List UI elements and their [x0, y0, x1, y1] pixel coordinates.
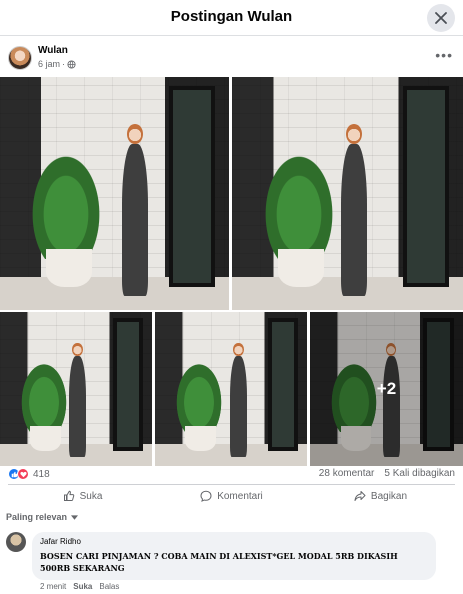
- post-time[interactable]: 6 jam: [38, 59, 60, 69]
- like-button[interactable]: Suka: [8, 485, 157, 504]
- more-photos-count[interactable]: +2: [310, 312, 463, 466]
- close-icon: [435, 12, 447, 24]
- comment-text: BOSEN CARI PINJAMAN ? COBA MAIN DI ALEXI…: [40, 551, 398, 573]
- comment-count[interactable]: 28 komentar: [319, 468, 375, 479]
- photo-2[interactable]: [232, 77, 463, 310]
- comment-bubble: Jafar Ridho BOSEN CARI PINJAMAN ? COBA M…: [32, 532, 436, 580]
- dialog-title: Postingan Wulan: [170, 8, 293, 25]
- dialog-header: Postingan Wulan: [0, 0, 463, 36]
- comment-like-button[interactable]: Suka: [73, 582, 92, 591]
- like-label: Suka: [79, 490, 103, 502]
- author-name[interactable]: Wulan: [38, 45, 68, 56]
- comment-reply-button[interactable]: Balas: [99, 582, 119, 591]
- comment-icon: [200, 490, 212, 502]
- photo-4[interactable]: [155, 312, 307, 466]
- photo-3[interactable]: [0, 312, 152, 466]
- share-count[interactable]: 5 Kali dibagikan: [384, 468, 455, 479]
- caret-down-icon: [71, 514, 79, 520]
- author-avatar[interactable]: [8, 46, 32, 70]
- close-button[interactable]: [427, 4, 455, 32]
- globe-icon: [67, 59, 76, 69]
- reaction-count: 418: [33, 468, 50, 480]
- comment-meta: 2 menit Suka Balas: [40, 582, 119, 591]
- post-meta: 6 jam ·: [38, 59, 76, 69]
- post-header: Wulan 6 jam · •••: [0, 42, 463, 76]
- comment-sort-dropdown[interactable]: Paling relevan: [6, 512, 79, 522]
- thumbs-up-icon: [63, 490, 74, 501]
- share-label: Bagikan: [370, 490, 408, 502]
- share-icon: [354, 491, 366, 501]
- post-stats: 418 28 komentar 5 Kali dibagikan: [0, 466, 463, 482]
- photo-1[interactable]: [0, 77, 229, 310]
- love-reaction-icon: [17, 468, 29, 480]
- commenter-name[interactable]: Jafar Ridho: [40, 537, 428, 546]
- comment-label: Komentari: [217, 490, 263, 502]
- comment-time[interactable]: 2 menit: [40, 582, 66, 591]
- reactions[interactable]: 418: [8, 468, 50, 480]
- more-options-button[interactable]: •••: [435, 47, 453, 63]
- photo-5[interactable]: +2: [310, 312, 463, 466]
- comment-button[interactable]: Komentari: [157, 485, 306, 504]
- sort-label: Paling relevan: [6, 512, 68, 522]
- commenter-avatar[interactable]: [6, 532, 26, 552]
- photo-grid: +2: [0, 77, 463, 466]
- share-button[interactable]: Bagikan: [306, 485, 455, 504]
- post-actions: Suka Komentari Bagikan: [8, 484, 455, 504]
